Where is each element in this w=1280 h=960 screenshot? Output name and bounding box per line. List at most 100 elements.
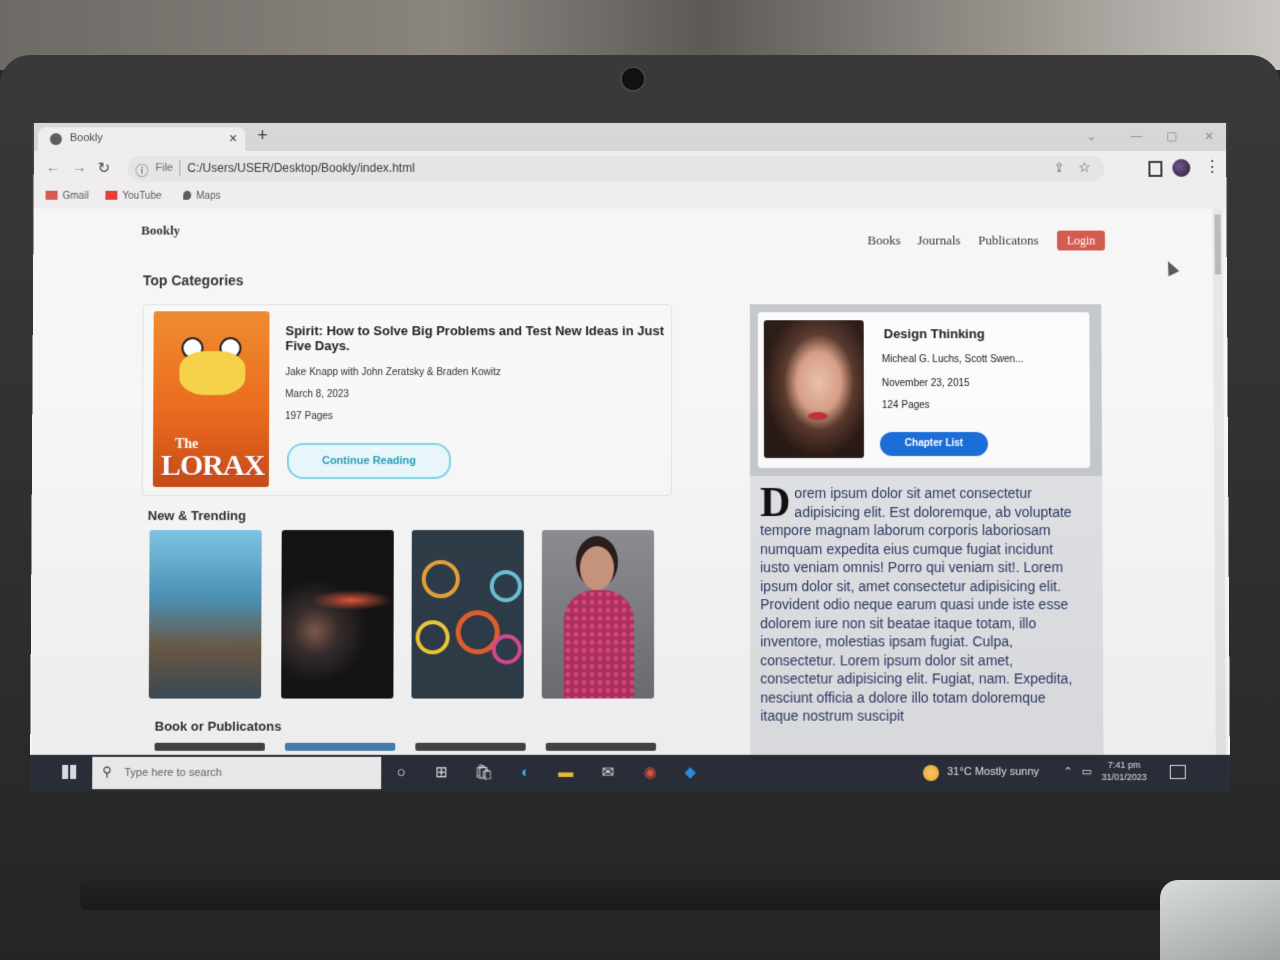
featured-book-card: The LORAX Spirit: How to Solve Big Probl…: [141, 304, 673, 497]
author-portrait[interactable]: [763, 320, 865, 458]
model-body: [563, 590, 635, 699]
flower-shape: [415, 620, 450, 655]
publication-cover[interactable]: [545, 742, 657, 751]
new-tab-button[interactable]: +: [257, 125, 268, 146]
maps-pin-icon: [183, 190, 192, 200]
desk-object: [1160, 880, 1280, 960]
nav-journals[interactable]: Journals: [917, 233, 960, 249]
side-panel-icon[interactable]: [1148, 160, 1163, 177]
youtube-icon: [105, 190, 118, 200]
bookmarks-bar: Gmail YouTube Maps: [33, 186, 1227, 209]
taskbar-search-placeholder: Type here to search: [124, 766, 222, 780]
file-explorer-icon[interactable]: ▬: [556, 763, 576, 783]
window-chevron-icon[interactable]: ⌄: [1086, 129, 1096, 143]
design-card-date: November 23, 2015: [881, 378, 970, 390]
new-trending-heading: New & Trending: [147, 508, 247, 524]
lorax-cover[interactable]: The LORAX: [152, 311, 270, 488]
cover-title: LORAX: [160, 449, 265, 483]
window-close-icon[interactable]: ✕: [1204, 129, 1214, 143]
laptop-hinge: [80, 880, 1170, 910]
page-favicon-icon: [49, 133, 62, 146]
design-card-authors: Micheal G. Luchs, Scott Swen...: [881, 354, 1024, 366]
top-categories-heading: Top Categories: [142, 272, 244, 289]
url-text[interactable]: C:/Users/USER/Desktop/Bookly/index.html: [187, 161, 414, 175]
weather-sun-icon[interactable]: [922, 764, 940, 782]
tab-title: Bookly: [69, 132, 103, 145]
lorem-text-block: Dorem ipsum dolor sit amet consectetur a…: [760, 480, 1081, 725]
search-icon: ⚲: [102, 763, 112, 780]
drop-cap: D: [760, 480, 791, 527]
minimize-icon[interactable]: —: [1130, 129, 1142, 143]
planet-glow: [311, 590, 392, 611]
clock-time: 7:41 pm: [1107, 759, 1141, 770]
forward-icon[interactable]: →: [72, 159, 87, 176]
store-icon[interactable]: 🛍: [473, 763, 493, 783]
bookmark-star-icon[interactable]: ☆: [1078, 159, 1091, 176]
scrollbar-thumb[interactable]: [1214, 214, 1221, 275]
nav-books[interactable]: Books: [867, 233, 900, 249]
flower-shape: [489, 570, 522, 603]
vscode-icon[interactable]: ◆: [680, 763, 700, 783]
url-scheme: File: [155, 161, 174, 174]
tab-close-icon[interactable]: ×: [229, 130, 237, 146]
notification-icon[interactable]: [1169, 764, 1186, 780]
cover-mustache: [179, 351, 246, 396]
share-icon[interactable]: ⇪: [1054, 160, 1065, 176]
featured-title: Spirit: How to Solve Big Problems and Te…: [285, 323, 664, 354]
profile-avatar[interactable]: [1172, 158, 1191, 177]
webcam: [620, 66, 646, 92]
lorem-body: orem ipsum dolor sit amet consectetur ad…: [760, 485, 1073, 724]
chrome-icon[interactable]: ◉: [640, 763, 660, 783]
login-button[interactable]: Login: [1056, 230, 1105, 251]
bookmark-maps[interactable]: Maps: [183, 190, 221, 202]
maximize-icon[interactable]: ▢: [1166, 129, 1177, 143]
address-row: ← → ↻ ⓘ File C:/Users/USER/Desktop/Bookl…: [33, 151, 1227, 187]
gmail-icon: [45, 190, 58, 200]
trending-book-cover[interactable]: [281, 530, 394, 699]
trending-book-cover[interactable]: [411, 530, 524, 699]
cortana-icon[interactable]: ○: [391, 763, 411, 783]
model-head: [579, 546, 614, 591]
publication-cover[interactable]: [415, 742, 526, 751]
site-brand[interactable]: Bookly: [141, 223, 180, 239]
design-card-pages: 124 Pages: [881, 400, 930, 412]
trending-book-cover[interactable]: [148, 530, 262, 699]
screen: Bookly × + ⌄ — ▢ ✕ ← → ↻ ⓘ File C:/Users…: [29, 123, 1231, 792]
continue-reading-button[interactable]: Continue Reading: [286, 443, 452, 480]
flower-shape: [491, 634, 522, 665]
url-separator: [179, 159, 181, 176]
chapter-list-button[interactable]: Chapter List: [879, 432, 988, 456]
back-icon[interactable]: ←: [46, 159, 61, 176]
design-card-title: Design Thinking: [883, 326, 985, 342]
site-header: Bookly Books Journals Publicatons Login: [33, 215, 1210, 251]
edge-icon[interactable]: ◐: [516, 763, 536, 783]
mail-icon[interactable]: ✉: [598, 763, 618, 783]
network-icon[interactable]: ▭: [1081, 765, 1091, 778]
trending-book-cover[interactable]: [541, 530, 655, 699]
web-page: Bookly Books Journals Publicatons Login …: [30, 208, 1230, 755]
windows-start-icon[interactable]: [62, 764, 77, 780]
bookmark-youtube[interactable]: YouTube: [105, 190, 162, 202]
portrait-lips: [807, 412, 828, 421]
featured-authors: Jake Knapp with John Zeratsky & Braden K…: [285, 367, 501, 379]
reload-icon[interactable]: ↻: [98, 159, 111, 177]
flower-shape: [421, 560, 460, 599]
page-scrollbar[interactable]: [1212, 208, 1226, 755]
menu-kebab-icon[interactable]: ⋮: [1204, 157, 1220, 177]
publication-cover[interactable]: [284, 742, 396, 751]
info-icon[interactable]: ⓘ: [135, 160, 148, 179]
bookmark-gmail[interactable]: Gmail: [45, 190, 89, 202]
nav-publications[interactable]: Publicatons: [978, 233, 1039, 249]
mouse-cursor-icon: [1162, 258, 1180, 277]
taskbar-clock[interactable]: 7:41 pm 31/01/2023: [1101, 759, 1147, 783]
publication-cover[interactable]: [154, 742, 265, 751]
tab-bookly[interactable]: Bookly ×: [37, 127, 246, 152]
windows-taskbar: ⚲ Type here to search ○ ⊞ 🛍 ◐ ▬ ✉ ◉ ◆ 31…: [29, 754, 1231, 792]
clock-date: 31/01/2023: [1101, 771, 1147, 783]
address-bar[interactable]: ⓘ File C:/Users/USER/Desktop/Bookly/inde…: [127, 156, 1105, 182]
task-view-icon[interactable]: ⊞: [431, 763, 451, 783]
tray-chevron-icon[interactable]: ⌃: [1063, 765, 1072, 778]
taskbar-search-box[interactable]: ⚲ Type here to search: [92, 756, 382, 790]
featured-date: March 8, 2023: [285, 389, 350, 401]
weather-text[interactable]: 31°C Mostly sunny: [947, 766, 1039, 778]
